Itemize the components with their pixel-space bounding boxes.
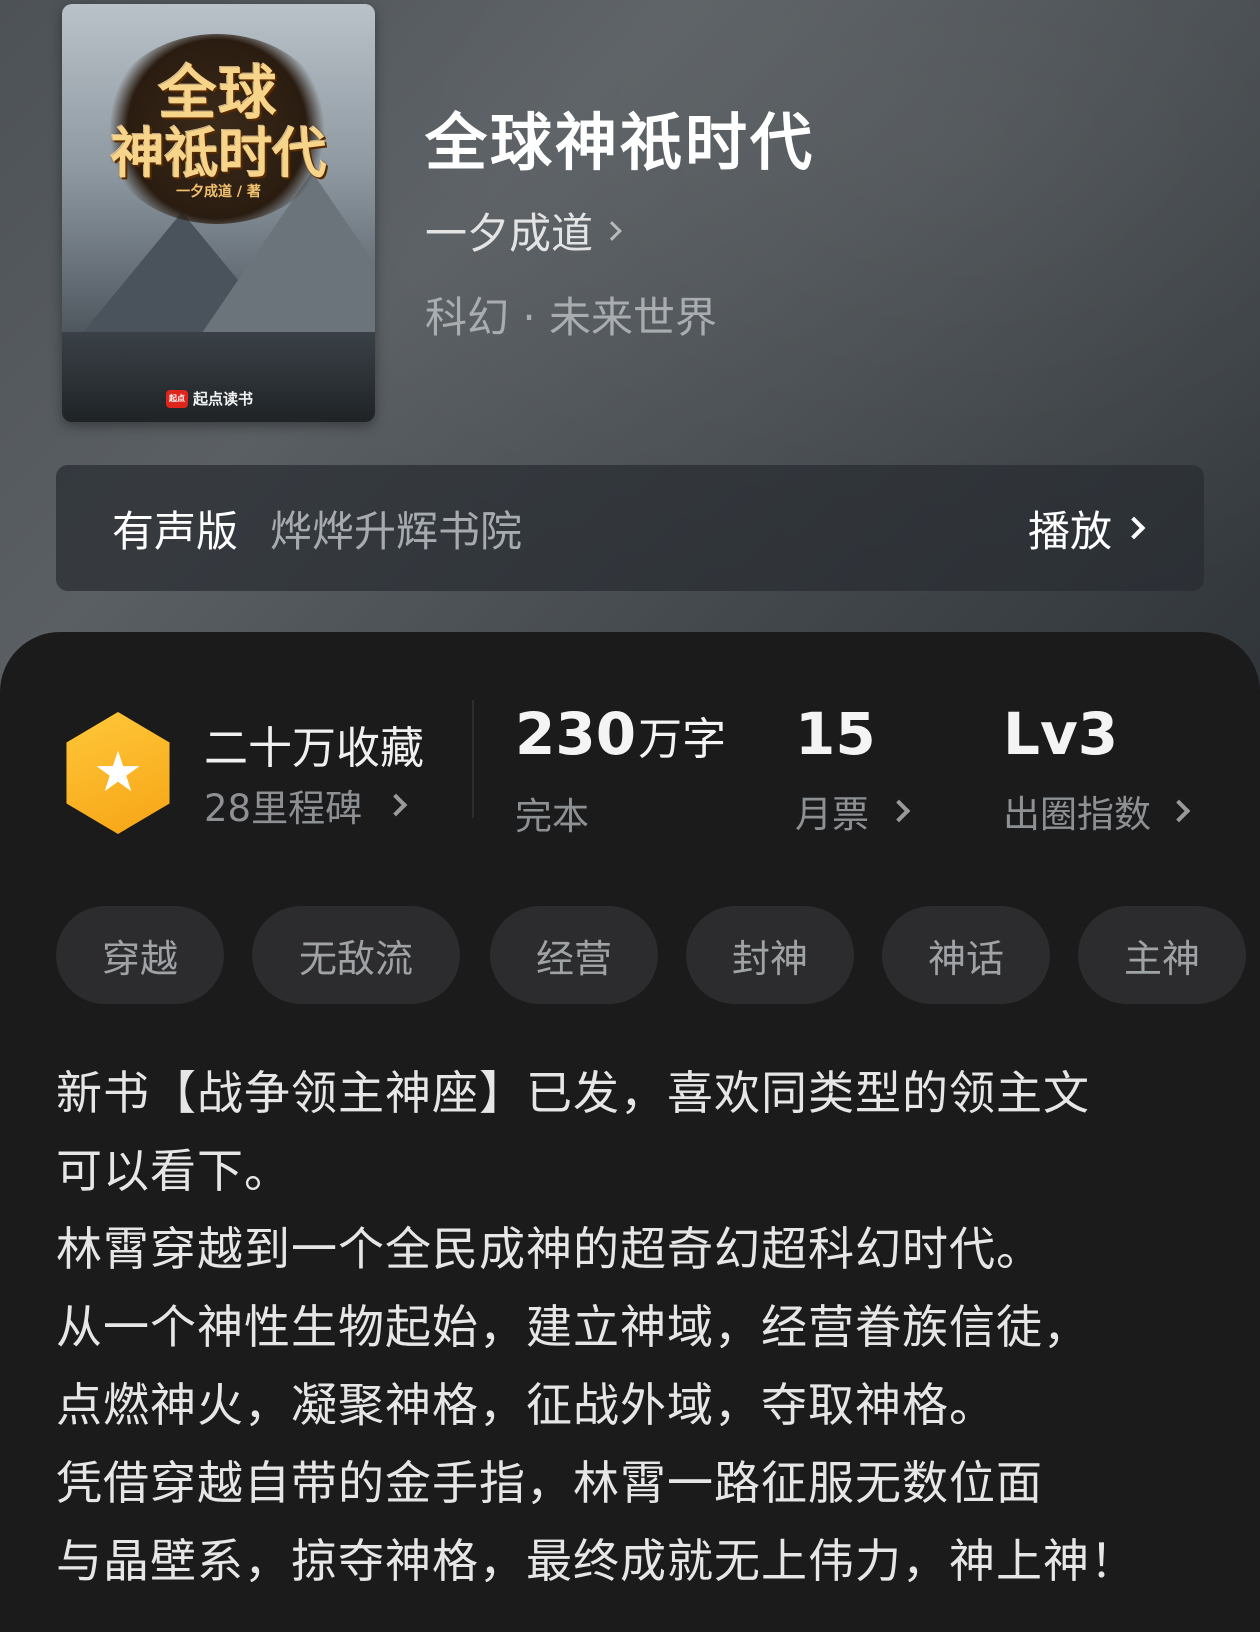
description-line: 凭借穿越自带的金手指，林霄一路征服无数位面 bbox=[56, 1456, 1043, 1510]
favorites-count: 二十万收藏 bbox=[204, 723, 424, 774]
description-line: 点燃神火，凝聚神格，征战外域，夺取神格。 bbox=[56, 1378, 996, 1432]
milestones-label: 28里程碑 bbox=[204, 787, 363, 830]
stats-divider bbox=[472, 700, 474, 818]
author-name: 一夕成道 bbox=[425, 209, 594, 258]
book-title: 全球神祇时代 bbox=[425, 106, 816, 179]
tag-list: 穿越 无敌流 经营 封神 神话 主神 bbox=[56, 906, 1260, 1004]
publisher-name: 起点读书 bbox=[193, 390, 254, 408]
milestones-link[interactable]: 28里程碑 bbox=[204, 778, 408, 832]
chevron-right-icon bbox=[1167, 799, 1191, 823]
word-count-number: 230 bbox=[515, 700, 637, 768]
monthly-votes-link[interactable]: 月票 bbox=[795, 784, 911, 838]
book-cover[interactable]: 全球 神祗时代 一夕成道 / 著 起点 起点读书 bbox=[62, 4, 375, 422]
popularity-index-link[interactable]: 出圈指数 bbox=[1003, 784, 1191, 838]
favorites-badge[interactable]: ★ bbox=[62, 712, 174, 834]
book-genre: 科幻 · 未来世界 bbox=[425, 293, 718, 342]
description-line: 从一个神性生物起始，建立神域，经营眷族信徒， bbox=[56, 1300, 1090, 1354]
audio-narrator: 烨烨升辉书院 bbox=[270, 506, 523, 556]
audio-version-label: 有声版 bbox=[112, 506, 239, 556]
tag-chip[interactable]: 经营 bbox=[490, 906, 658, 1004]
cover-publisher: 起点 起点读书 bbox=[166, 388, 253, 409]
hexagon-badge-icon: ★ bbox=[66, 712, 170, 834]
cover-title-art: 全球 神祗时代 一夕成道 / 著 bbox=[82, 62, 355, 202]
completion-status: 完本 bbox=[515, 795, 589, 838]
audio-version-bar[interactable]: 有声版 烨烨升辉书院 播放 bbox=[56, 465, 1204, 591]
star-icon: ★ bbox=[92, 740, 144, 805]
word-count-unit: 万字 bbox=[638, 714, 727, 765]
description-line: 新书【战争领主神座】已发，喜欢同类型的领主文 bbox=[56, 1066, 1090, 1120]
description-line: 可以看下。 bbox=[56, 1144, 291, 1198]
cover-title-line: 神祗时代 bbox=[110, 121, 327, 185]
tag-chip[interactable]: 封神 bbox=[686, 906, 854, 1004]
chevron-right-icon bbox=[602, 220, 622, 241]
chevron-right-icon bbox=[887, 799, 911, 823]
cover-byline: 一夕成道 / 著 bbox=[176, 184, 261, 200]
word-count: 230万字 bbox=[515, 700, 726, 768]
stats-row: ★ 二十万收藏 28里程碑 230万字 完本 15 月票 Lv3 出圈指数 bbox=[0, 700, 1260, 840]
publisher-logo-icon: 起点 bbox=[166, 389, 188, 408]
monthly-votes-count: 15 bbox=[795, 700, 876, 768]
description-line: 林霄穿越到一个全民成神的超奇幻超科幻时代。 bbox=[56, 1222, 1043, 1276]
popularity-index-label: 出圈指数 bbox=[1003, 793, 1151, 836]
book-description[interactable]: 新书【战争领主神座】已发，喜欢同类型的领主文 可以看下。 林霄穿越到一个全民成神… bbox=[56, 1054, 1226, 1600]
popularity-level: Lv3 bbox=[1003, 700, 1119, 768]
description-line: 与晶壁系，掠夺神格，最终成就无上伟力，神上神！ bbox=[56, 1534, 1137, 1588]
cover-title-line: 全球 bbox=[158, 59, 279, 127]
monthly-votes-label: 月票 bbox=[795, 793, 869, 836]
tag-chip[interactable]: 主神 bbox=[1078, 906, 1246, 1004]
tag-chip[interactable]: 神话 bbox=[882, 906, 1050, 1004]
chevron-right-icon bbox=[384, 793, 408, 817]
play-label: 播放 bbox=[1027, 506, 1112, 556]
chevron-right-icon bbox=[1122, 516, 1146, 540]
tag-chip[interactable]: 无敌流 bbox=[252, 906, 460, 1004]
play-button[interactable]: 播放 bbox=[1027, 498, 1146, 559]
author-link[interactable]: 一夕成道 bbox=[425, 200, 622, 261]
tag-chip[interactable]: 穿越 bbox=[56, 906, 224, 1004]
